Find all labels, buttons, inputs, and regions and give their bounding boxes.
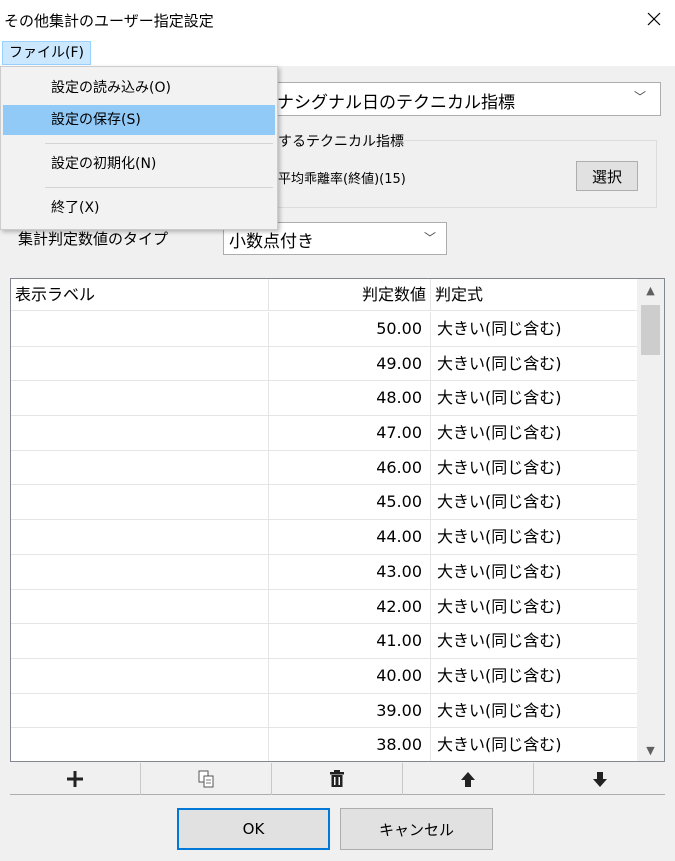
- cell-value: 44.00: [269, 520, 431, 554]
- cell-label: [11, 520, 269, 554]
- file-menu-dropdown: 設定の読み込み(O) 設定の保存(S) 設定の初期化(N) 終了(X): [0, 66, 278, 230]
- cell-formula: 大きい(同じ含む): [437, 319, 562, 338]
- vertical-scrollbar[interactable]: ▲ ▼: [637, 279, 664, 761]
- cell-value: 40.00: [269, 658, 431, 693]
- cell-label: [11, 485, 269, 520]
- arrow-up-icon: [461, 772, 475, 787]
- scroll-thumb[interactable]: [641, 305, 660, 355]
- table-row[interactable]: 41.00 大きい(同じ含む): [11, 624, 637, 659]
- table-row[interactable]: 49.00 大きい(同じ含む): [11, 346, 637, 382]
- ok-button[interactable]: OK: [177, 808, 330, 850]
- cell-label: [11, 416, 269, 450]
- delete-row-button[interactable]: [272, 763, 403, 795]
- add-row-button[interactable]: [10, 763, 141, 795]
- close-icon: [647, 12, 661, 26]
- cell-value: 42.00: [269, 589, 431, 624]
- cell-formula: 大きい(同じ含む): [437, 561, 562, 581]
- window-title: その他集計のユーザー指定設定: [4, 12, 214, 30]
- menu-item-reset-settings[interactable]: 設定の初期化(N): [3, 149, 275, 179]
- table-row[interactable]: 43.00 大きい(同じ含む): [11, 554, 637, 590]
- cell-value: 49.00: [269, 346, 431, 381]
- copy-row-button[interactable]: [141, 763, 272, 795]
- table-row[interactable]: 39.00 大きい(同じ含む): [11, 693, 637, 729]
- cell-label: [11, 346, 269, 381]
- cell-value: 50.00: [269, 312, 431, 346]
- cell-formula: 大きい(同じ含む): [437, 388, 562, 408]
- cell-formula: 大きい(同じ含む): [437, 353, 562, 373]
- plus-icon: [67, 771, 83, 787]
- cell-formula: 大きい(同じ含む): [437, 700, 562, 720]
- cell-formula: 大きい(同じ含む): [437, 423, 562, 443]
- cell-label: [11, 312, 269, 346]
- table-row[interactable]: 47.00 大きい(同じ含む): [11, 416, 637, 451]
- cell-formula: 大きい(同じ含む): [437, 492, 562, 512]
- cell-label: [11, 589, 269, 624]
- cell-formula: 大きい(同じ含む): [437, 735, 562, 755]
- cell-label: [11, 693, 269, 728]
- cell-formula: 大きい(同じ含む): [437, 631, 562, 651]
- cell-value: 48.00: [269, 381, 431, 416]
- chevron-down-icon[interactable]: ﹀: [424, 229, 436, 246]
- cell-formula: 大きい(同じ含む): [437, 527, 562, 547]
- scroll-down-arrow-icon[interactable]: ▼: [637, 739, 664, 761]
- menu-bar: [0, 38, 675, 66]
- cell-value: 47.00: [269, 416, 431, 450]
- cell-formula: 大きい(同じ含む): [437, 665, 562, 685]
- table-body: 50.00 大きい(同じ含む) 49.00 大きい(同じ含む) 48.00 大きい(同…: [11, 312, 637, 761]
- cell-value: 38.00: [269, 728, 431, 761]
- menu-separator: [45, 187, 273, 188]
- close-button[interactable]: [636, 4, 672, 34]
- cell-label: [11, 728, 269, 761]
- tech-indicator-value: 平均乖離率(終値)(15): [278, 172, 406, 187]
- table-row[interactable]: 38.00 大きい(同じ含む): [11, 728, 637, 761]
- cancel-button[interactable]: キャンセル: [340, 808, 493, 850]
- cell-formula: 大きい(同じ含む): [437, 457, 562, 477]
- menu-file[interactable]: ファイル(F): [2, 41, 91, 65]
- chevron-down-icon[interactable]: ﹀: [634, 88, 646, 105]
- column-header-formula[interactable]: 判定式: [431, 279, 637, 311]
- table-row[interactable]: 45.00 大きい(同じ含む): [11, 485, 637, 521]
- move-up-button[interactable]: [403, 763, 534, 795]
- scroll-up-arrow-icon[interactable]: ▲: [637, 279, 664, 301]
- copy-icon: [198, 770, 214, 788]
- select-button[interactable]: 選択: [576, 161, 638, 191]
- value-type-label: 集計判定数値のタイプ: [18, 230, 169, 248]
- cell-label: [11, 658, 269, 693]
- arrow-down-icon: [592, 772, 607, 787]
- criteria-table[interactable]: 表示ラベル 判定数値 判定式 50.00 大きい(同じ含む) 49.00 大きい(同…: [10, 278, 665, 762]
- table-toolbar: [10, 763, 665, 795]
- cell-value: 39.00: [269, 693, 431, 728]
- menu-separator: [45, 143, 273, 144]
- table-header: 表示ラベル 判定数値 判定式: [11, 279, 637, 311]
- column-header-label[interactable]: 表示ラベル: [11, 279, 269, 311]
- table-row[interactable]: 40.00 大きい(同じ含む): [11, 658, 637, 694]
- cell-value: 43.00: [269, 554, 431, 589]
- move-down-button[interactable]: [534, 763, 665, 795]
- menu-item-load-settings[interactable]: 設定の読み込み(O): [3, 73, 275, 103]
- tech-indicator-group-label: するテクニカル指標: [278, 131, 404, 151]
- table-row[interactable]: 46.00 大きい(同じ含む): [11, 450, 637, 486]
- value-type-combobox-value: 小数点付き: [229, 232, 314, 252]
- column-header-value[interactable]: 判定数値: [269, 279, 431, 311]
- cell-value: 45.00: [269, 485, 431, 520]
- table-row[interactable]: 42.00 大きい(同じ含む): [11, 589, 637, 625]
- cell-label: [11, 624, 269, 658]
- signal-combobox-value: ナシグナル日のテクニカル指標: [277, 93, 515, 113]
- cell-formula: 大きい(同じ含む): [437, 596, 562, 616]
- trash-icon: [330, 770, 344, 787]
- cell-label: [11, 450, 269, 485]
- cell-label: [11, 554, 269, 589]
- table-row[interactable]: 44.00 大きい(同じ含む): [11, 520, 637, 555]
- table-row[interactable]: 48.00 大きい(同じ含む): [11, 381, 637, 417]
- table-row[interactable]: 50.00 大きい(同じ含む): [11, 312, 637, 347]
- menu-item-save-settings[interactable]: 設定の保存(S): [3, 105, 275, 135]
- menu-item-exit[interactable]: 終了(X): [3, 193, 275, 223]
- cell-value: 46.00: [269, 450, 431, 485]
- cell-value: 41.00: [269, 624, 431, 658]
- cell-label: [11, 381, 269, 416]
